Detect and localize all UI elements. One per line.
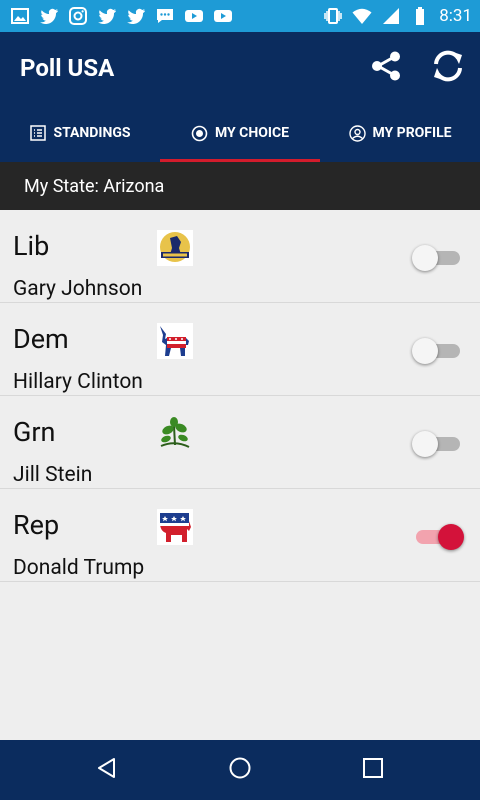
share-icon	[369, 49, 403, 87]
vote-toggle[interactable]	[412, 337, 466, 365]
app-bar: Poll USA	[0, 32, 480, 104]
wifi-icon	[352, 6, 372, 26]
radio-icon	[191, 124, 209, 142]
tab-bar: STANDINGS MY CHOICE MY PROFILE	[0, 104, 480, 162]
recents-button[interactable]	[353, 750, 393, 790]
toggle-thumb	[412, 431, 438, 457]
party-label: Lib	[13, 230, 50, 262]
refresh-button[interactable]	[428, 48, 468, 88]
youtube-icon	[184, 6, 204, 26]
profile-icon	[348, 124, 366, 142]
candidate-row: Lib Gary Johnson	[0, 210, 480, 303]
candidate-name: Hillary Clinton	[13, 370, 143, 394]
tab-my-choice[interactable]: MY CHOICE	[160, 104, 320, 162]
app-actions	[366, 48, 468, 88]
clock-time: 8:31	[439, 6, 472, 26]
candidate-row: Grn Jill Stein	[0, 396, 480, 489]
chat-icon	[155, 6, 175, 26]
candidate-name: Gary Johnson	[13, 277, 143, 301]
tab-label: MY PROFILE	[372, 125, 452, 141]
image-icon	[10, 6, 30, 26]
share-button[interactable]	[366, 48, 406, 88]
twitter-icon	[126, 6, 146, 26]
tab-label: STANDINGS	[53, 125, 131, 141]
instagram-icon	[68, 6, 88, 26]
libertarian-logo-icon	[157, 230, 193, 266]
app-title: Poll USA	[20, 54, 115, 82]
signal-icon	[381, 6, 401, 26]
vibrate-icon	[323, 6, 343, 26]
tab-label: MY CHOICE	[214, 125, 290, 141]
party-label: Rep	[13, 509, 60, 541]
home-button[interactable]	[220, 750, 260, 790]
notification-icons	[10, 6, 233, 26]
candidate-row: Rep Donald Trump	[0, 489, 480, 582]
system-icons: 8:31	[323, 6, 472, 26]
system-nav-bar	[0, 740, 480, 800]
green-party-icon	[157, 416, 193, 452]
youtube-icon	[213, 6, 233, 26]
recents-icon	[362, 757, 384, 783]
party-label: Dem	[13, 323, 69, 355]
battery-icon	[410, 6, 430, 26]
tab-standings[interactable]: STANDINGS	[0, 104, 160, 162]
refresh-icon	[429, 47, 467, 89]
twitter-icon	[97, 6, 117, 26]
twitter-icon	[39, 6, 59, 26]
home-icon	[228, 756, 252, 784]
toggle-thumb	[412, 245, 438, 271]
candidate-name: Jill Stein	[13, 463, 93, 487]
status-bar: 8:31	[0, 0, 480, 32]
tab-my-profile[interactable]: MY PROFILE	[320, 104, 480, 162]
vote-toggle[interactable]	[412, 523, 466, 551]
republican-elephant-icon	[157, 509, 193, 545]
candidate-list: Lib Gary Johnson Dem Hillary Clinton Grn…	[0, 210, 480, 582]
candidate-name: Donald Trump	[13, 556, 145, 580]
vote-toggle[interactable]	[412, 244, 466, 272]
state-label: My State: Arizona	[24, 175, 165, 197]
party-label: Grn	[13, 416, 56, 448]
toggle-thumb	[438, 524, 464, 550]
vote-toggle[interactable]	[412, 430, 466, 458]
back-button[interactable]	[87, 750, 127, 790]
list-icon	[29, 124, 47, 142]
candidate-row: Dem Hillary Clinton	[0, 303, 480, 396]
toggle-thumb	[412, 338, 438, 364]
democrat-donkey-icon	[157, 323, 193, 359]
state-bar: My State: Arizona	[0, 162, 480, 210]
back-icon	[95, 756, 119, 784]
